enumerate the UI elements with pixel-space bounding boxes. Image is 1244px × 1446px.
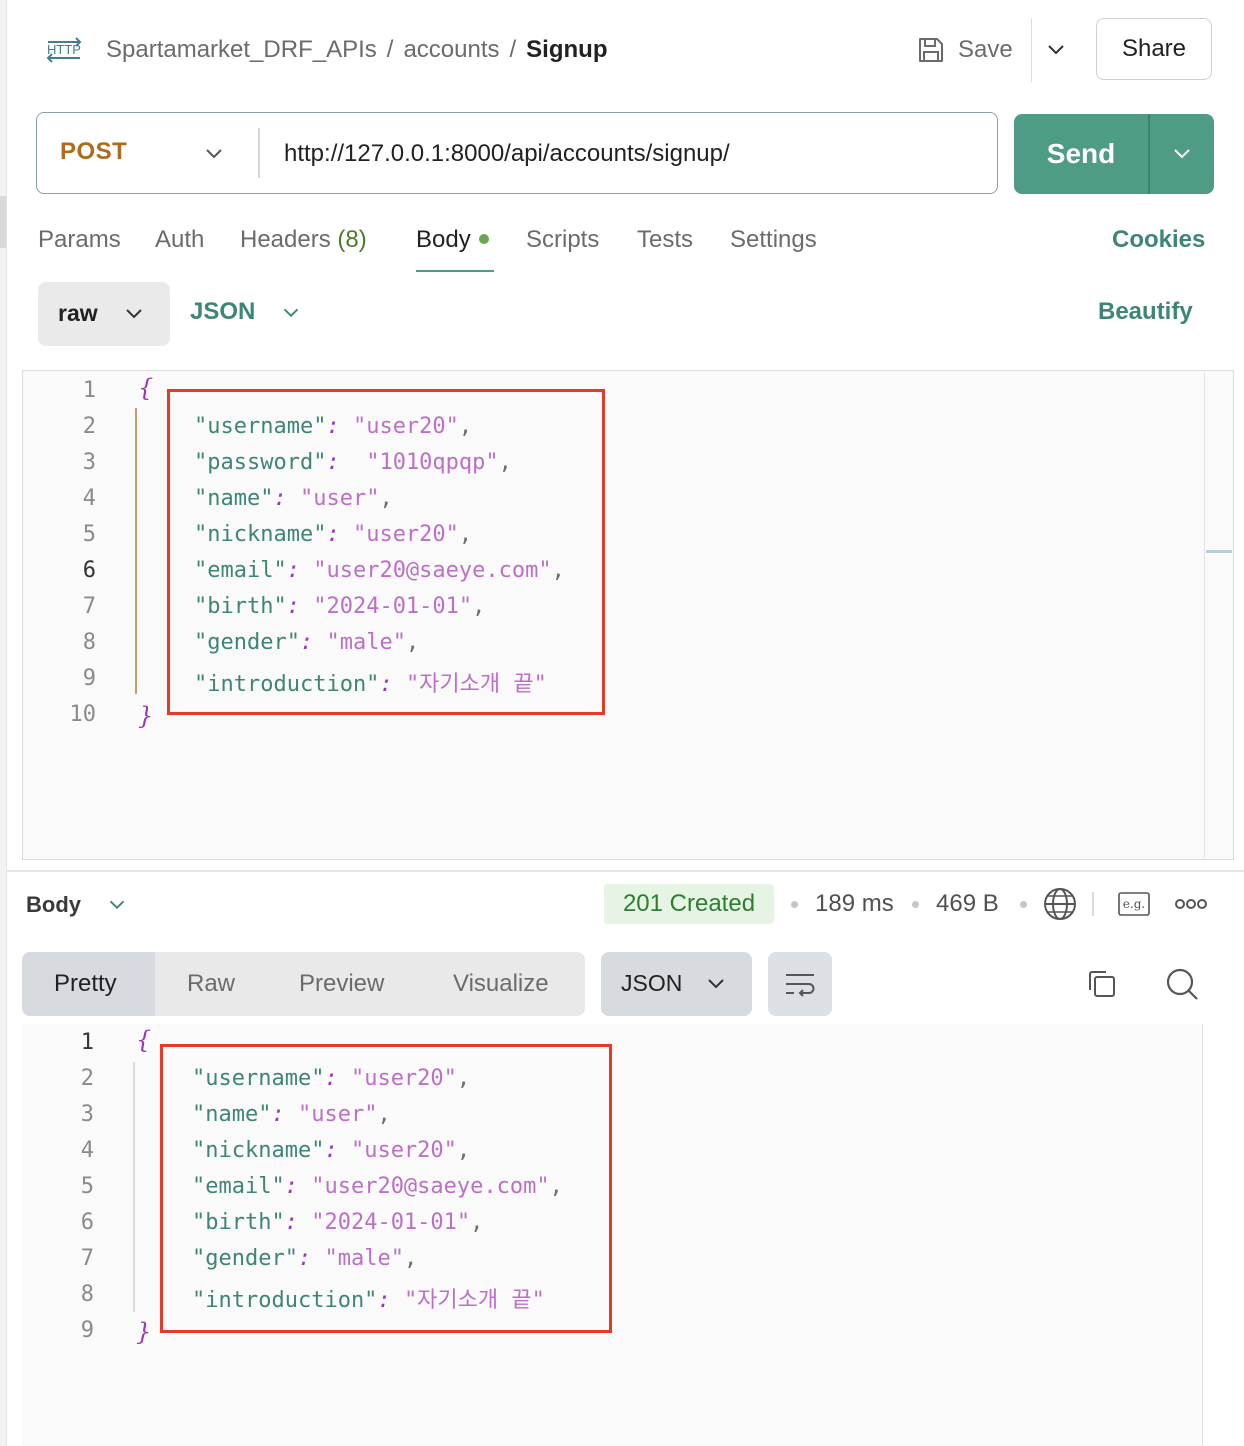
send-label[interactable]: Send [1014,114,1148,194]
response-size[interactable]: 469 B [936,890,999,918]
chevron-down-icon[interactable] [120,300,148,328]
line-number-current: 6 [82,558,96,583]
save-label: Save [958,36,1013,63]
body-mode-label[interactable]: raw [58,300,98,327]
method-select[interactable]: POST [60,138,127,166]
tab-headers-label: Headers [240,226,331,253]
search-icon[interactable] [1163,965,1201,1003]
save-button[interactable]: Save [916,32,1013,68]
pane-divider[interactable] [6,870,1244,872]
divider [258,128,260,178]
line-number: 9 [82,666,96,691]
breadcrumb-separator: / [386,36,394,63]
line-number: 1 [80,1030,94,1055]
tab-auth[interactable]: Auth [155,226,204,254]
separator-dot [912,901,919,908]
http-icon: HTTP [46,37,82,63]
side-rail-handle[interactable] [0,196,6,248]
tab-headers[interactable]: Headers (8) [240,226,367,254]
line-number: 7 [80,1246,94,1271]
body-language-select[interactable]: JSON [190,298,255,326]
line-number: 3 [80,1102,94,1127]
line-number: 4 [80,1138,94,1163]
breadcrumb-request-name[interactable]: Signup [526,36,607,63]
line-number: 6 [80,1210,94,1235]
highlight-box [160,1044,612,1333]
editor-scrollbar-track [1204,372,1205,858]
share-button[interactable]: Share [1096,18,1212,80]
separator-dot [1020,901,1027,908]
chevron-down-icon[interactable] [1042,36,1070,64]
view-tab-preview[interactable]: Preview [299,970,384,998]
tab-body[interactable]: Body [416,226,489,254]
response-time[interactable]: 189 ms [815,890,894,918]
wrap-lines-icon [786,974,815,997]
chevron-down-icon[interactable] [200,140,228,168]
line-number: 5 [82,522,96,547]
tab-headers-count: (8) [337,226,367,253]
copy-icon[interactable] [1084,966,1120,1002]
view-tab-visualize[interactable]: Visualize [453,970,549,998]
tab-body-label: Body [416,226,471,253]
editor-scrollbar-thumb[interactable] [1206,550,1232,553]
chevron-down-icon[interactable] [702,970,730,998]
line-number: 9 [80,1318,94,1343]
beautify-button[interactable]: Beautify [1098,298,1193,326]
response-section-select[interactable]: Body [26,892,81,918]
status-badge[interactable]: 201 Created [604,884,774,924]
response-language-label[interactable]: JSON [621,970,682,997]
response-scrollbar-track [1202,1024,1203,1446]
more-options-icon[interactable] [1174,896,1208,912]
indent-guide [135,408,137,694]
line-number: 8 [80,1282,94,1307]
divider [1148,114,1150,194]
line-number: 2 [80,1066,94,1091]
active-tab-indicator [416,270,494,272]
modified-dot [478,233,489,244]
tab-tests[interactable]: Tests [637,226,693,254]
globe-icon[interactable] [1042,886,1078,922]
chevron-down-icon[interactable] [104,892,130,918]
line-number: 2 [82,414,96,439]
line-number: 7 [82,594,96,619]
eg-icon[interactable]: e.g. [1118,892,1150,916]
floppy-disk-icon [919,38,943,62]
svg-text:e.g.: e.g. [1123,897,1145,911]
line-number: 1 [82,378,96,403]
json-open-brace: { [138,374,154,402]
json-close-brace: } [138,702,154,730]
line-number: 8 [82,630,96,655]
chevron-down-icon[interactable] [278,300,304,326]
json-close-brace: } [136,1318,152,1346]
url-input[interactable] [284,136,974,172]
divider [1031,18,1032,82]
chevron-down-icon[interactable] [1168,140,1196,168]
json-open-brace: { [136,1026,152,1054]
breadcrumb-separator: / [509,36,517,63]
highlight-box [167,389,605,715]
line-number: 10 [69,702,97,727]
divider [1092,892,1094,916]
breadcrumb-collection[interactable]: Spartamarket_DRF_APIs [106,36,377,63]
line-number: 5 [80,1174,94,1199]
line-number: 4 [82,486,96,511]
tab-settings[interactable]: Settings [730,226,817,254]
cookies-link[interactable]: Cookies [1112,226,1205,254]
line-number: 3 [82,450,96,475]
tab-params[interactable]: Params [38,226,121,254]
breadcrumb: Spartamarket_DRF_APIs / accounts / Signup [106,34,608,66]
view-tab-raw[interactable]: Raw [187,970,235,998]
separator-dot [791,901,798,908]
view-tab-pretty[interactable]: Pretty [54,970,117,998]
breadcrumb-folder[interactable]: accounts [403,36,499,63]
indent-guide [133,1062,135,1312]
tab-scripts[interactable]: Scripts [526,226,599,254]
